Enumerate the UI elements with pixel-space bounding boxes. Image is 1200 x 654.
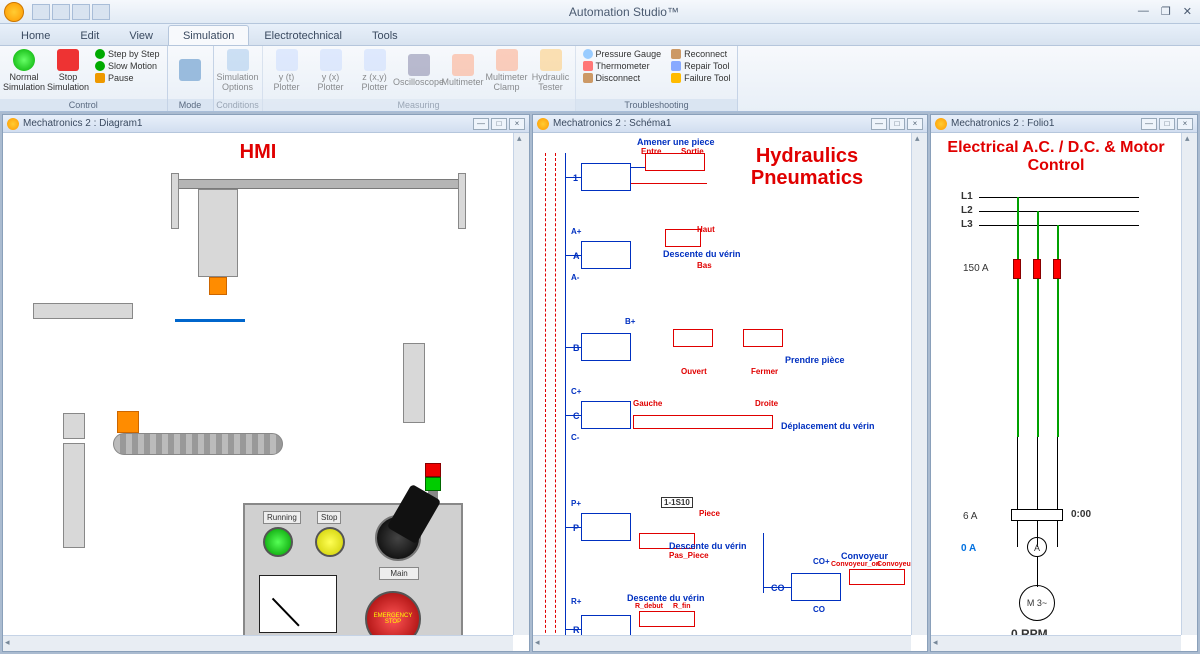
qat-btn[interactable] [92, 4, 110, 20]
pressure-gauge-button[interactable]: Pressure Gauge [580, 48, 665, 60]
panel-max-button[interactable]: □ [491, 118, 507, 130]
qat-btn[interactable] [72, 4, 90, 20]
multimeter-button[interactable]: Multimeter [443, 48, 483, 94]
tab-view[interactable]: View [114, 25, 168, 45]
failure-tool-button[interactable]: Failure Tool [668, 72, 733, 84]
hmi-stop-button[interactable] [315, 527, 345, 557]
yx-plotter-button[interactable]: y (x) Plotter [311, 48, 351, 94]
panel-electrical: Mechatronics 2 : Folio1 — □ × Electrical… [930, 114, 1198, 652]
panel-hmi: Mechatronics 2 : Diagram1 — □ × HMI [2, 114, 530, 652]
maximize-icon[interactable]: ❐ [1161, 5, 1171, 18]
panel-max-button[interactable]: □ [1159, 118, 1175, 130]
motor-icon: M 3~ [1019, 585, 1055, 621]
analog-meter [259, 575, 337, 633]
panel-hydraulics: Mechatronics 2 : Schéma1 — □ × Hydraulic… [532, 114, 928, 652]
group-measuring-label: Measuring [263, 99, 575, 111]
slow-motion-button[interactable]: Slow Motion [92, 60, 163, 72]
group-mode-label: Mode [168, 99, 213, 111]
workspace: Mechatronics 2 : Diagram1 — □ × HMI [0, 112, 1200, 654]
panel-icon [935, 118, 947, 130]
close-icon[interactable]: ✕ [1183, 5, 1192, 18]
stop-label: Stop [317, 511, 341, 524]
hydraulics-canvas[interactable]: Hydraulics Pneumatics [533, 133, 927, 651]
run-button[interactable] [263, 527, 293, 557]
panel-close-button[interactable]: × [1177, 118, 1193, 130]
app-title: Automation Studio™ [110, 5, 1138, 19]
reconnect-button[interactable]: Reconnect [668, 48, 733, 60]
quick-access-toolbar [32, 4, 110, 20]
running-label: Running [263, 511, 301, 524]
disconnect-button[interactable]: Disconnect [580, 72, 665, 84]
elec-title: Electrical A.C. / D.C. & Motor Control [931, 139, 1181, 174]
step-by-step-button[interactable]: Step by Step [92, 48, 163, 60]
qat-btn[interactable] [32, 4, 50, 20]
panel-max-button[interactable]: □ [889, 118, 905, 130]
pause-button[interactable]: Pause [92, 72, 163, 84]
app-logo-icon [4, 2, 24, 22]
scrollbar-vertical[interactable] [1181, 133, 1197, 635]
tab-home[interactable]: Home [6, 25, 65, 45]
hydraulic-tester-button[interactable]: Hydraulic Tester [531, 48, 571, 94]
group-troubleshooting-label: Troubleshooting [576, 99, 738, 111]
panel-min-button[interactable]: — [871, 118, 887, 130]
panel-icon [7, 118, 19, 130]
tab-edit[interactable]: Edit [65, 25, 114, 45]
repair-tool-button[interactable]: Repair Tool [668, 60, 733, 72]
zxy-plotter-button[interactable]: z (x,y) Plotter [355, 48, 395, 94]
ribbon: Normal Simulation Stop Simulation Step b… [0, 46, 1200, 112]
tab-tools[interactable]: Tools [357, 25, 413, 45]
group-conditions-label: Conditions [214, 99, 262, 111]
ribbon-tabs: Home Edit View Simulation Electrotechnic… [0, 24, 1200, 46]
electrical-canvas[interactable]: Electrical A.C. / D.C. & Motor Control L… [931, 133, 1197, 651]
scrollbar-vertical[interactable] [513, 133, 529, 635]
panel-hmi-title: Mechatronics 2 : Diagram1 [23, 118, 143, 129]
panel-min-button[interactable]: — [1141, 118, 1157, 130]
panel-icon [537, 118, 549, 130]
panel-close-button[interactable]: × [509, 118, 525, 130]
panel-hyd-title: Mechatronics 2 : Schéma1 [553, 118, 671, 129]
hmi-canvas[interactable]: HMI Running Stop [3, 133, 529, 651]
panel-elec-title: Mechatronics 2 : Folio1 [951, 118, 1054, 129]
yt-plotter-button[interactable]: y (t) Plotter [267, 48, 307, 94]
clamp-button[interactable]: Multimeter Clamp [487, 48, 527, 94]
thermometer-button[interactable]: Thermometer [580, 60, 665, 72]
qat-btn[interactable] [52, 4, 70, 20]
scrollbar-horizontal[interactable] [3, 635, 513, 651]
hyd-title: Hydraulics Pneumatics [717, 145, 897, 189]
tab-simulation[interactable]: Simulation [168, 25, 249, 45]
hmi-title: HMI [3, 141, 513, 164]
mode-button[interactable] [172, 48, 209, 94]
oscilloscope-button[interactable]: Oscilloscope [399, 48, 439, 94]
stop-simulation-button[interactable]: Stop Simulation [48, 48, 88, 94]
title-bar: Automation Studio™ — ❐ ✕ [0, 0, 1200, 24]
scrollbar-horizontal[interactable] [931, 635, 1181, 651]
panel-close-button[interactable]: × [907, 118, 923, 130]
simulation-options-button[interactable]: Simulation Options [218, 48, 258, 94]
normal-simulation-button[interactable]: Normal Simulation [4, 48, 44, 94]
scrollbar-horizontal[interactable] [533, 635, 911, 651]
minimize-icon[interactable]: — [1138, 5, 1149, 18]
tab-electrotechnical[interactable]: Electrotechnical [249, 25, 357, 45]
scrollbar-vertical[interactable] [911, 133, 927, 635]
main-label: Main [379, 567, 419, 580]
group-control-label: Control [0, 99, 167, 111]
panel-min-button[interactable]: — [473, 118, 489, 130]
